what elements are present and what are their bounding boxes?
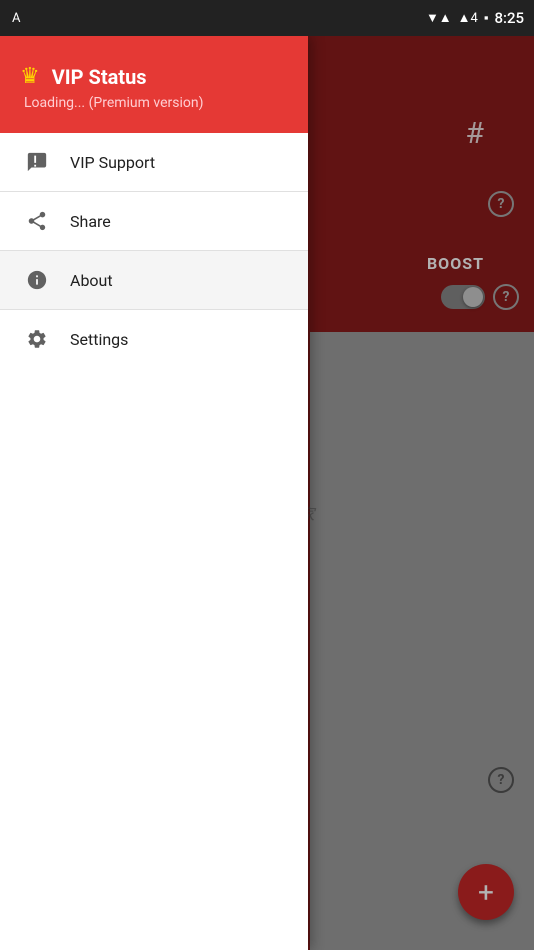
drawer-item-vip-support[interactable]: VIP Support — [0, 133, 308, 191]
status-time: 8:25 — [494, 9, 524, 27]
vip-support-icon — [24, 151, 50, 173]
drawer-item-share[interactable]: Share — [0, 192, 308, 250]
android-icon: A — [12, 11, 20, 26]
settings-icon — [24, 328, 50, 350]
navigation-drawer: ♛ VIP Status Loading... (Premium version… — [0, 36, 308, 950]
about-icon — [24, 269, 50, 291]
drawer-header-row: ♛ VIP Status — [20, 64, 288, 89]
battery-icon: ▪ — [484, 10, 489, 26]
status-bar-left: A — [12, 11, 20, 26]
share-label: Share — [70, 212, 111, 231]
vip-title: VIP Status — [52, 65, 147, 89]
crown-icon: ♛ — [20, 64, 40, 89]
wifi-icon: ▲4 — [458, 10, 478, 26]
share-icon — [24, 210, 50, 232]
signal-icon: ▼▲ — [426, 10, 452, 26]
drawer-header: ♛ VIP Status Loading... (Premium version… — [0, 36, 308, 133]
drawer-menu: VIP Support Share About — [0, 133, 308, 950]
drawer-item-about[interactable]: About — [0, 251, 308, 309]
status-bar: A ▼▲ ▲4 ▪ 8:25 — [0, 0, 534, 36]
vip-subtitle: Loading... (Premium version) — [20, 95, 288, 111]
settings-label: Settings — [70, 330, 128, 349]
vip-support-label: VIP Support — [70, 153, 155, 172]
drawer-item-settings[interactable]: Settings — [0, 310, 308, 368]
status-bar-right: ▼▲ ▲4 ▪ 8:25 — [426, 9, 524, 27]
about-label: About — [70, 271, 113, 290]
